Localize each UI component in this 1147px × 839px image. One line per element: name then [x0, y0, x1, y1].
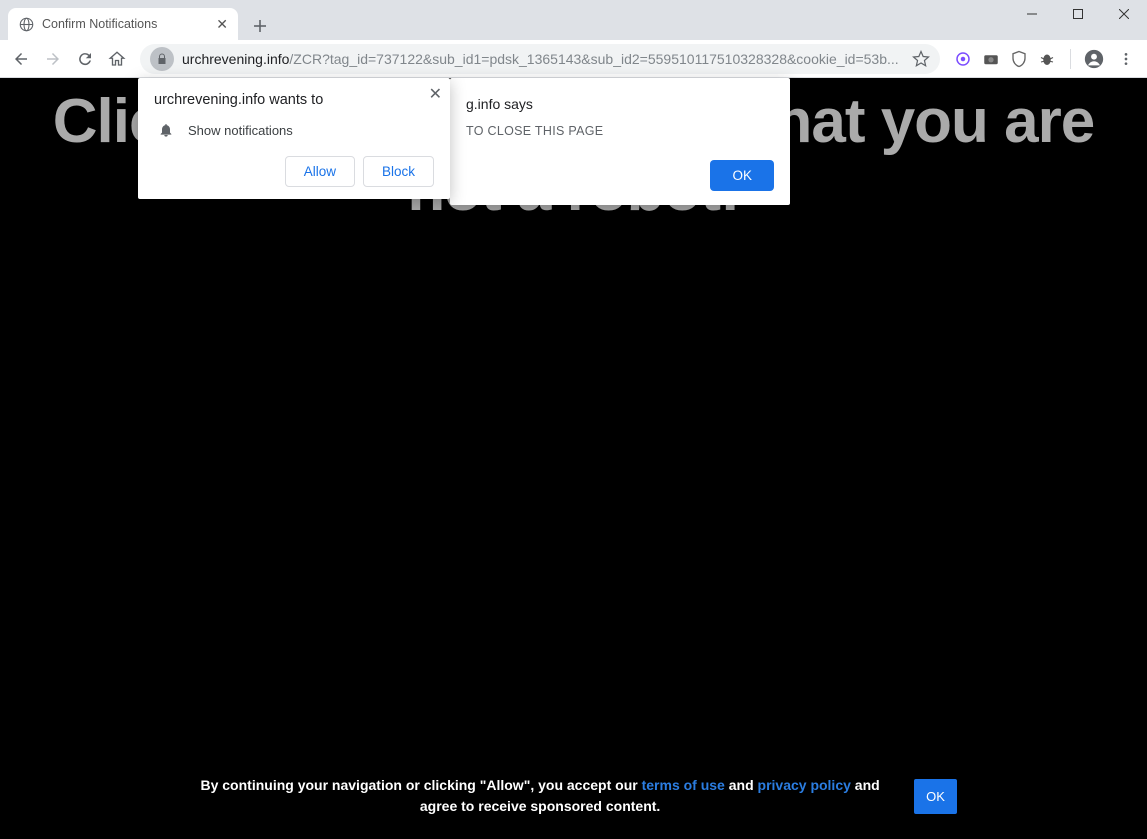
address-bar[interactable]: urchrevening.info/ZCR?tag_id=737122&sub_… — [140, 44, 940, 74]
permission-close-button[interactable]: ✕ — [429, 84, 442, 104]
javascript-alert-dialog: g.info says TO CLOSE THIS PAGE OK — [450, 78, 790, 205]
home-button[interactable] — [102, 44, 132, 74]
window-maximize-button[interactable] — [1055, 0, 1101, 28]
browser-toolbar: urchrevening.info/ZCR?tag_id=737122&sub_… — [0, 40, 1147, 78]
allow-button[interactable]: Allow — [285, 156, 355, 187]
window-minimize-button[interactable] — [1009, 0, 1055, 28]
bug-icon[interactable] — [1036, 48, 1058, 70]
permission-item-label: Show notifications — [188, 123, 293, 138]
privacy-link[interactable]: privacy policy — [758, 777, 851, 793]
origin-icon[interactable] — [952, 48, 974, 70]
url-text: urchrevening.info/ZCR?tag_id=737122&sub_… — [182, 51, 904, 67]
cookie-consent-bar: By continuing your navigation or clickin… — [0, 763, 1147, 839]
alert-title: g.info says — [466, 96, 774, 112]
cookie-ok-button[interactable]: OK — [914, 779, 957, 814]
kebab-menu-button[interactable] — [1111, 44, 1141, 74]
shield-icon[interactable] — [1008, 48, 1030, 70]
terms-link[interactable]: terms of use — [642, 777, 725, 793]
camera-icon[interactable] — [980, 48, 1002, 70]
cookie-consent-text: By continuing your navigation or clickin… — [190, 775, 890, 817]
back-button[interactable] — [6, 44, 36, 74]
reload-button[interactable] — [70, 44, 100, 74]
browser-tab[interactable]: Confirm Notifications ✕ — [8, 8, 238, 40]
notification-permission-popup: ✕ urchrevening.info wants to Show notifi… — [138, 78, 450, 199]
permission-title: urchrevening.info wants to — [154, 92, 434, 108]
alert-ok-button[interactable]: OK — [710, 160, 774, 191]
profile-button[interactable] — [1079, 44, 1109, 74]
tab-close-button[interactable]: ✕ — [216, 16, 228, 33]
bookmark-star-icon[interactable] — [912, 50, 930, 68]
bell-icon — [158, 122, 174, 138]
toolbar-divider — [1070, 49, 1071, 69]
window-close-button[interactable] — [1101, 0, 1147, 28]
block-button[interactable]: Block — [363, 156, 434, 187]
new-tab-button[interactable] — [246, 12, 274, 40]
alert-message: TO CLOSE THIS PAGE — [466, 124, 774, 138]
forward-button[interactable] — [38, 44, 68, 74]
globe-icon — [18, 16, 34, 32]
lock-icon[interactable] — [150, 47, 174, 71]
tabstrip: Confirm Notifications ✕ — [0, 0, 1147, 40]
tab-title: Confirm Notifications — [42, 17, 208, 31]
extension-icons — [948, 48, 1062, 70]
